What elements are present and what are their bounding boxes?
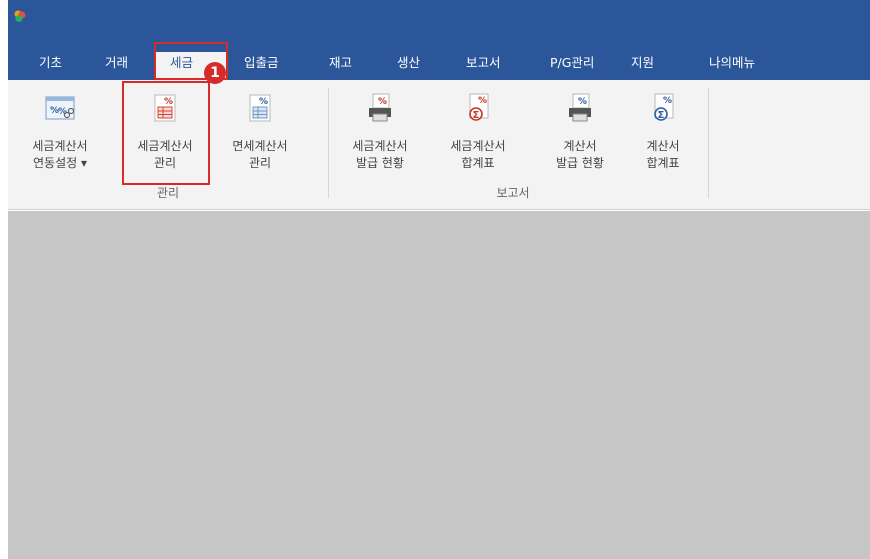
svg-text:%: % bbox=[164, 97, 173, 107]
svg-text:Σ: Σ bbox=[473, 110, 480, 121]
tab-basic[interactable]: 기초 bbox=[26, 52, 74, 80]
tab-support[interactable]: 지원 bbox=[622, 52, 672, 80]
tab-reports[interactable]: 보고서 bbox=[456, 52, 516, 80]
ribbon-panel: % % 세금계산서 연동설정 ▾ % 세금계산서 관리 % 면세계산서 관리 %… bbox=[8, 80, 870, 210]
printer-percent-icon: % bbox=[369, 93, 391, 122]
tax-invoice-table-icon: % bbox=[154, 94, 176, 122]
tax-free-invoice-management-label: 면세계산서 관리 bbox=[232, 139, 288, 170]
svg-text:%: % bbox=[578, 97, 587, 107]
menu-tab-bar: 기초 거래 세금 입출금 재고 생산 보고서 P/G관리 지원 나의메뉴 bbox=[8, 44, 870, 80]
svg-text:%: % bbox=[663, 96, 672, 106]
tax-invoice-summary-label: 세금계산서 합계표 bbox=[450, 139, 506, 170]
invoice-summary-label: 계산서 합계표 bbox=[646, 139, 680, 170]
printer-percent-icon: % bbox=[569, 93, 591, 122]
tab-deposit-withdrawal[interactable]: 입출금 bbox=[234, 52, 294, 80]
group-label-manage: 관리 bbox=[156, 186, 180, 200]
svg-text:%: % bbox=[259, 97, 268, 107]
sum-percent-icon: % Σ bbox=[654, 93, 674, 121]
app-logo-icon bbox=[14, 10, 26, 22]
tax-free-invoice-table-icon: % bbox=[249, 94, 271, 122]
tax-invoice-management-button[interactable]: % 세금계산서 관리 bbox=[124, 88, 206, 188]
tax-invoice-link-settings-label: 세금계산서 연동설정 ▾ bbox=[32, 139, 88, 170]
invoice-issue-status-button[interactable]: % 계산서 발급 현황 bbox=[538, 88, 622, 188]
title-bar bbox=[8, 0, 870, 44]
tax-invoice-summary-button[interactable]: % Σ 세금계산서 합계표 bbox=[436, 88, 520, 188]
svg-text:Σ: Σ bbox=[658, 110, 665, 121]
tab-production[interactable]: 생산 bbox=[388, 52, 438, 80]
group-label-report: 보고서 bbox=[496, 186, 530, 200]
tax-invoice-link-settings-button[interactable]: % % 세금계산서 연동설정 ▾ bbox=[20, 88, 100, 188]
tab-pg-management[interactable]: P/G관리 bbox=[540, 52, 612, 80]
app-window: 기초 거래 세금 입출금 재고 생산 보고서 P/G관리 지원 나의메뉴 % %… bbox=[8, 0, 870, 559]
tax-invoice-management-label: 세금계산서 관리 bbox=[137, 139, 193, 170]
svg-text:%: % bbox=[478, 96, 487, 106]
tax-invoice-issue-status-button[interactable]: % 세금계산서 발급 현황 bbox=[338, 88, 422, 188]
tax-invoice-link-settings-icon: % % bbox=[45, 96, 75, 120]
step-number-badge: 1 bbox=[204, 62, 226, 84]
tab-transaction[interactable]: 거래 bbox=[94, 52, 144, 80]
workspace-area bbox=[8, 211, 870, 559]
svg-text:%: % bbox=[58, 107, 67, 117]
svg-text:%: % bbox=[378, 97, 387, 107]
tab-inventory[interactable]: 재고 bbox=[320, 52, 370, 80]
invoice-issue-status-label: 계산서 발급 현황 bbox=[556, 139, 604, 170]
tab-my-menu[interactable]: 나의메뉴 bbox=[700, 52, 772, 80]
sum-percent-icon: % Σ bbox=[469, 93, 489, 121]
tax-invoice-issue-status-label: 세금계산서 발급 현황 bbox=[352, 139, 408, 170]
tax-free-invoice-management-button[interactable]: % 면세계산서 관리 bbox=[218, 88, 302, 188]
group-separator bbox=[708, 88, 709, 198]
group-separator bbox=[328, 88, 329, 198]
invoice-summary-button[interactable]: % Σ 계산서 합계표 bbox=[626, 88, 700, 188]
